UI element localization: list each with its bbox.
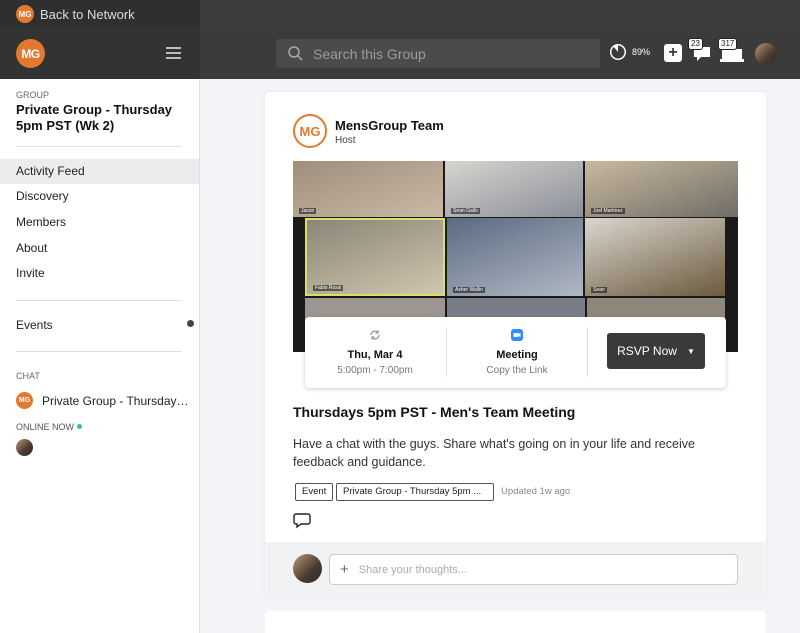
brand-area: MG bbox=[0, 28, 200, 79]
messages-count-badge: 23 bbox=[688, 38, 703, 50]
user-avatar[interactable] bbox=[755, 43, 777, 65]
updated-timestamp: Updated 1w ago bbox=[501, 486, 571, 497]
hamburger-menu-icon[interactable] bbox=[166, 47, 181, 59]
group-label: GROUP bbox=[16, 90, 50, 100]
video-tile: Sean Gallo bbox=[445, 161, 583, 217]
event-details-box: Thu, Mar 4 5:00pm - 7:00pm Meeting Copy … bbox=[305, 317, 726, 388]
host-role: Host bbox=[335, 135, 356, 146]
sidebar-item-activity-feed[interactable]: Activity Feed bbox=[0, 159, 199, 184]
event-time: 5:00pm - 7:00pm bbox=[337, 365, 413, 376]
sidebar-item-about[interactable]: About bbox=[0, 236, 199, 261]
search-icon bbox=[288, 46, 303, 61]
video-tile: Joel Martinez bbox=[585, 161, 738, 217]
host-name[interactable]: MensGroup Team bbox=[335, 118, 444, 133]
event-title[interactable]: Thursdays 5pm PST - Men's Team Meeting bbox=[293, 404, 575, 420]
current-user-avatar bbox=[293, 554, 322, 583]
event-post-card: MG MensGroup Team Host Jason Sean Gallo … bbox=[265, 92, 766, 598]
event-date: Thu, Mar 4 bbox=[347, 349, 403, 361]
host-avatar[interactable]: MG bbox=[293, 114, 327, 148]
video-camera-icon bbox=[511, 329, 523, 341]
notifications-count-badge: 317 bbox=[718, 38, 738, 50]
event-type: Meeting bbox=[496, 349, 538, 361]
video-tile: Asher Wallin bbox=[447, 218, 583, 296]
search-input[interactable] bbox=[313, 45, 583, 62]
rsvp-button[interactable]: RSVP Now ▼ bbox=[607, 333, 705, 369]
divider bbox=[16, 351, 182, 352]
tag-event[interactable]: Event bbox=[295, 483, 334, 501]
back-label: Back to Network bbox=[40, 6, 135, 22]
online-now-label: ONLINE NOW bbox=[16, 422, 75, 432]
video-tile-active-speaker: Fabio Rossi bbox=[305, 218, 445, 296]
online-status-dot bbox=[77, 424, 82, 429]
group-title: Private Group - Thursday 5pm PST (Wk 2) bbox=[16, 102, 173, 133]
next-post-card bbox=[265, 611, 766, 633]
sidebar-item-events[interactable]: Events bbox=[0, 313, 199, 338]
chat-item-private-group[interactable]: MG Private Group - Thursday… bbox=[16, 392, 189, 409]
sidebar-item-discovery[interactable]: Discovery bbox=[0, 184, 199, 209]
event-description: Have a chat with the guys. Share what's … bbox=[293, 437, 695, 469]
divider bbox=[16, 300, 182, 301]
caret-down-icon: ▼ bbox=[686, 346, 695, 356]
header: MG 89% + 23 317 bbox=[0, 28, 800, 79]
back-to-network-link[interactable]: MG Back to Network bbox=[0, 0, 200, 28]
online-user-avatar[interactable] bbox=[16, 439, 33, 456]
video-tile: Sean bbox=[585, 218, 725, 296]
sidebar: GROUP Private Group - Thursday 5pm PST (… bbox=[0, 79, 200, 633]
divider bbox=[587, 327, 588, 377]
plus-icon[interactable]: + bbox=[340, 561, 349, 578]
reply-area: + bbox=[265, 542, 766, 598]
video-tile: Jason bbox=[293, 161, 443, 217]
event-meeting-column[interactable]: Meeting Copy the Link bbox=[447, 317, 587, 388]
progress-label: 89% bbox=[632, 47, 651, 57]
search-bar bbox=[276, 39, 600, 68]
add-button[interactable]: + bbox=[664, 44, 682, 62]
rsvp-label: RSVP Now bbox=[617, 344, 677, 358]
chat-label: CHAT bbox=[16, 371, 40, 381]
divider bbox=[16, 146, 182, 147]
copy-link-button[interactable]: Copy the Link bbox=[447, 365, 587, 376]
mg-logo[interactable]: MG bbox=[16, 39, 45, 68]
top-strip: MG Back to Network bbox=[0, 0, 800, 28]
chat-item-label: Private Group - Thursday… bbox=[42, 393, 189, 408]
comment-icon[interactable] bbox=[293, 513, 311, 529]
tag-group[interactable]: Private Group - Thursday 5pm ... bbox=[336, 483, 494, 501]
reply-box: + bbox=[329, 554, 738, 585]
mg-logo-icon: MG bbox=[16, 392, 33, 409]
sidebar-item-invite[interactable]: Invite bbox=[0, 261, 199, 286]
sidebar-item-members[interactable]: Members bbox=[0, 210, 199, 235]
recurring-icon bbox=[370, 330, 380, 340]
profile-progress-icon[interactable] bbox=[609, 43, 627, 61]
reply-input[interactable] bbox=[358, 563, 719, 576]
mg-logo-icon: MG bbox=[16, 5, 34, 23]
events-indicator bbox=[187, 320, 194, 327]
event-date-column: Thu, Mar 4 5:00pm - 7:00pm bbox=[305, 317, 445, 388]
